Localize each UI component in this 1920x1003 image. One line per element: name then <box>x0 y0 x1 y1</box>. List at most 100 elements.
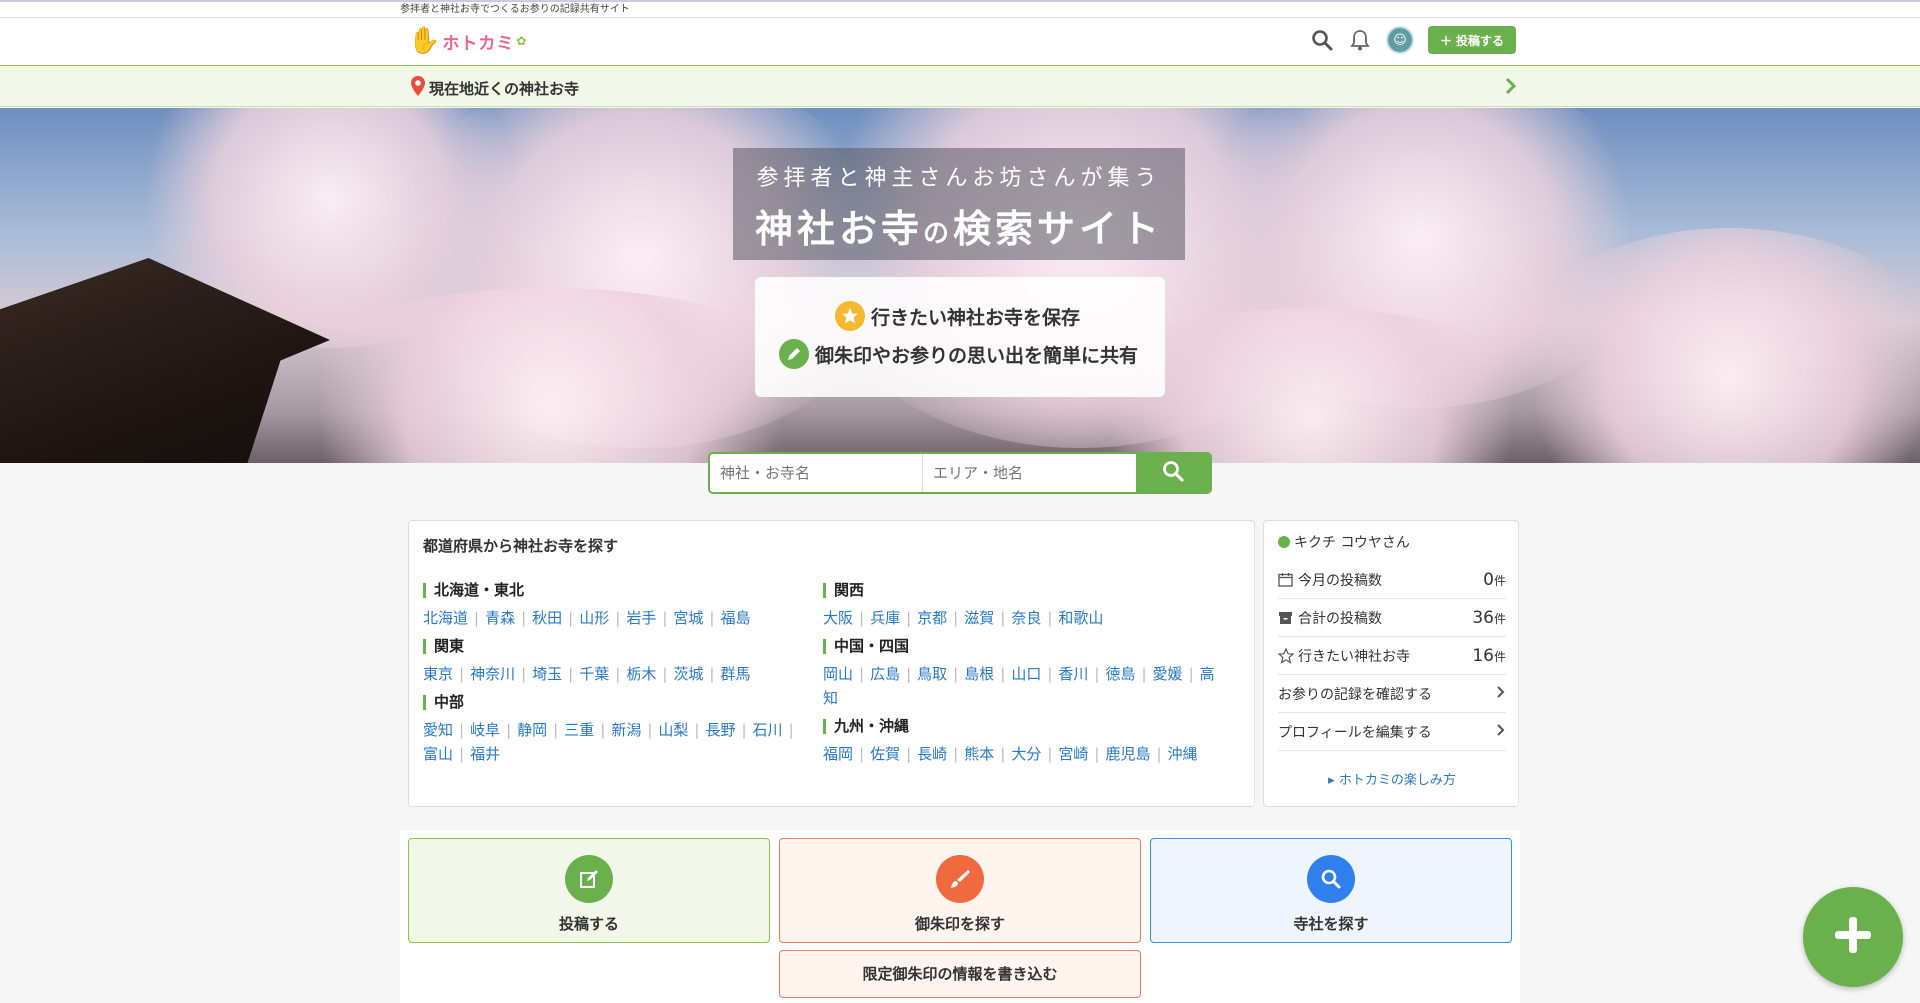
region-title: 九州・沖縄 <box>823 719 1233 734</box>
prefecture-link[interactable]: 栃木 <box>626 665 656 683</box>
prefecture-link[interactable]: 岩手 <box>626 609 656 627</box>
prefecture-links: 福岡 | 佐賀 | 長崎 | 熊本 | 大分 | 宮崎 | 鹿児島 | 沖縄 <box>823 742 1233 766</box>
goshuin-action-button[interactable]: 御朱印を探す <box>779 838 1141 943</box>
prefecture-link[interactable]: 滋賀 <box>964 609 994 627</box>
link-separator: | <box>615 609 621 627</box>
prefecture-link[interactable]: 広島 <box>870 665 900 683</box>
avatar-face-icon: ☺ <box>1393 32 1407 48</box>
temple-name-input[interactable] <box>710 454 923 492</box>
link-separator: | <box>906 665 912 683</box>
temple-search-action-label: 寺社を探す <box>1293 915 1369 933</box>
prefecture-link[interactable]: 徳島 <box>1105 665 1135 683</box>
plus-icon <box>1831 913 1875 961</box>
hero-title-b: 検索サイト <box>953 207 1164 251</box>
prefecture-link[interactable]: 岡山 <box>823 665 853 683</box>
user-name[interactable]: キクチ コウヤさん <box>1278 532 1410 552</box>
link-separator: | <box>568 609 574 627</box>
records-link[interactable]: お参りの記録を確認する <box>1278 675 1506 713</box>
chevron-right-icon <box>1504 76 1518 100</box>
link-separator: | <box>474 609 480 627</box>
link-separator: | <box>906 745 912 763</box>
limited-goshuin-button[interactable]: 限定御朱印の情報を書き込む <box>779 950 1141 998</box>
prefecture-link[interactable]: 石川 <box>753 721 783 739</box>
link-separator: | <box>553 721 559 739</box>
howto-link[interactable]: ▸ ホトカミの楽しみ方 <box>1264 769 1520 788</box>
prefecture-link[interactable]: 岐阜 <box>470 721 500 739</box>
archive-box-icon <box>1278 610 1296 625</box>
post-action-button[interactable]: 投稿する <box>408 838 770 943</box>
area-input[interactable] <box>923 454 1136 492</box>
total-posts-value: 36件 <box>1472 608 1506 628</box>
link-separator: | <box>1156 745 1162 763</box>
link-separator: | <box>615 665 621 683</box>
link-separator: | <box>521 665 527 683</box>
bell-icon[interactable] <box>1348 28 1372 52</box>
link-separator: | <box>459 721 465 739</box>
prefecture-link[interactable]: 埼玉 <box>532 665 562 683</box>
prefecture-link[interactable]: 青森 <box>485 609 515 627</box>
prefecture-link[interactable]: 沖縄 <box>1168 745 1198 763</box>
profile-link[interactable]: プロフィールを編集する <box>1278 713 1506 751</box>
prefecture-link[interactable]: 佐賀 <box>870 745 900 763</box>
region-kansai: 関西 大阪 | 兵庫 | 京都 | 滋賀 | 奈良 | 和歌山 <box>823 583 1213 630</box>
prefecture-link[interactable]: 熊本 <box>964 745 994 763</box>
star-icon <box>835 301 865 331</box>
prefecture-link[interactable]: 福島 <box>720 609 750 627</box>
prefecture-link[interactable]: 愛媛 <box>1153 665 1183 683</box>
nearby-bar[interactable]: 現在地近くの神社お寺 <box>0 66 1920 107</box>
chevron-right-icon <box>1496 723 1506 741</box>
prefecture-link[interactable]: 東京 <box>423 665 453 683</box>
link-separator: | <box>1000 745 1006 763</box>
site-logo[interactable]: ✋ ホトカミ ✿ <box>408 24 526 58</box>
prefecture-link[interactable]: 長崎 <box>917 745 947 763</box>
hero-title-a: 神社お寺 <box>754 207 923 251</box>
floating-add-button[interactable] <box>1803 887 1903 987</box>
prefecture-link[interactable]: 山形 <box>579 609 609 627</box>
prefecture-link[interactable]: 富山 <box>423 745 453 763</box>
prefecture-link[interactable]: 京都 <box>917 609 947 627</box>
prefecture-link[interactable]: 鹿児島 <box>1105 745 1150 763</box>
prefecture-link[interactable]: 新潟 <box>611 721 641 739</box>
prefecture-link[interactable]: 山口 <box>1011 665 1041 683</box>
user-avatar[interactable]: ☺ <box>1386 26 1414 54</box>
temple-search-action-button[interactable]: 寺社を探す <box>1150 838 1512 943</box>
prefecture-link[interactable]: 宮崎 <box>1058 745 1088 763</box>
search-icon[interactable] <box>1310 28 1334 52</box>
prefecture-link[interactable]: 島根 <box>964 665 994 683</box>
link-separator: | <box>647 721 653 739</box>
prefecture-link[interactable]: 群馬 <box>720 665 750 683</box>
prefecture-link[interactable]: 神奈川 <box>470 665 515 683</box>
link-separator: | <box>459 665 465 683</box>
prefecture-link[interactable]: 福井 <box>470 745 500 763</box>
search-button[interactable] <box>1136 454 1210 492</box>
prefecture-link[interactable]: 鳥取 <box>917 665 947 683</box>
header-post-button[interactable]: ＋ 投稿する <box>1428 26 1517 54</box>
prefecture-link[interactable]: 奈良 <box>1011 609 1041 627</box>
prefecture-link[interactable]: 千葉 <box>579 665 609 683</box>
link-separator: | <box>953 745 959 763</box>
prefecture-link[interactable]: 長野 <box>705 721 735 739</box>
prefecture-link[interactable]: 山梨 <box>658 721 688 739</box>
prefecture-link[interactable]: 茨城 <box>673 665 703 683</box>
prefecture-link[interactable]: 大分 <box>1011 745 1041 763</box>
header-post-label: 投稿する <box>1456 33 1505 48</box>
pencil-icon <box>779 339 809 369</box>
hero-features: 行きたい神社お寺を保存 御朱印やお参りの思い出を簡単に共有 <box>755 277 1165 397</box>
prefecture-link[interactable]: 秋田 <box>532 609 562 627</box>
action-section: 投稿する 御朱印を探す 寺社を探す 限定御朱印の情報を書き込む <box>400 830 1520 1003</box>
search-bar <box>708 452 1212 494</box>
prefecture-link[interactable]: 香川 <box>1058 665 1088 683</box>
prefecture-link[interactable]: 静岡 <box>517 721 547 739</box>
prefecture-link[interactable]: 三重 <box>564 721 594 739</box>
prefecture-link[interactable]: 福岡 <box>823 745 853 763</box>
prefecture-link[interactable]: 和歌山 <box>1058 609 1103 627</box>
link-separator: | <box>1047 609 1053 627</box>
prefecture-link[interactable]: 宮城 <box>673 609 703 627</box>
calendar-icon <box>1278 572 1296 587</box>
prefecture-link[interactable]: 兵庫 <box>870 609 900 627</box>
link-separator: | <box>662 609 668 627</box>
prefecture-link[interactable]: 北海道 <box>423 609 468 627</box>
prefecture-link[interactable]: 大阪 <box>823 609 853 627</box>
prefecture-link[interactable]: 愛知 <box>423 721 453 739</box>
month-posts-label: 今月の投稿数 <box>1298 572 1382 589</box>
